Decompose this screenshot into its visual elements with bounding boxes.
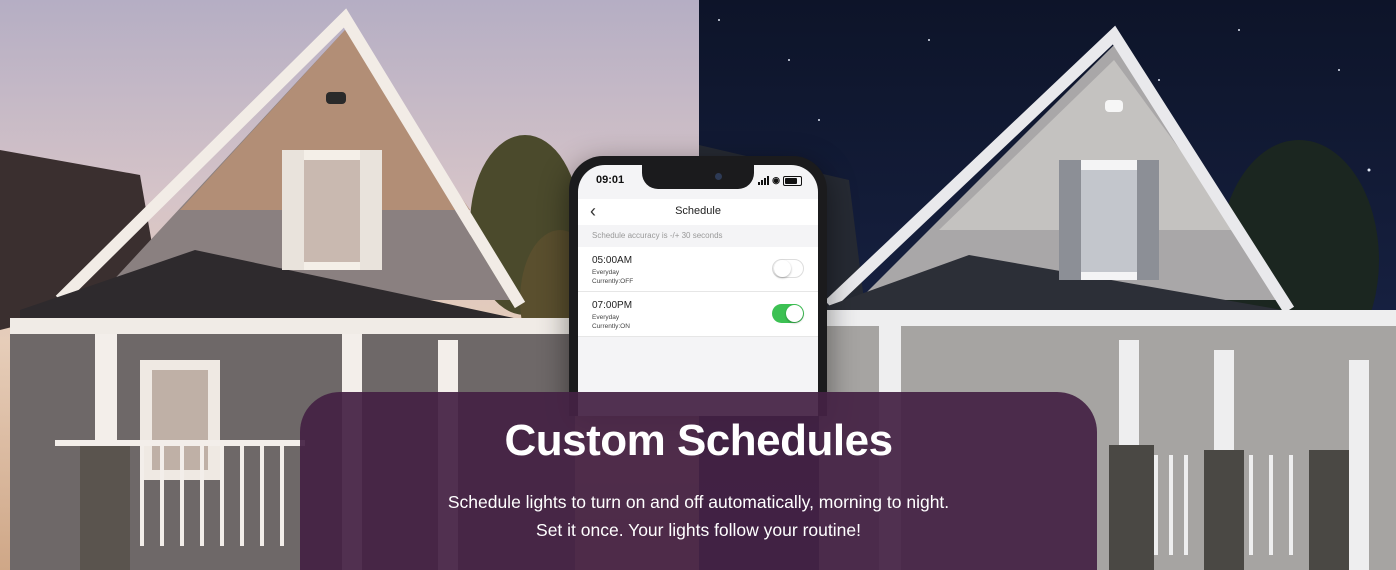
schedule-current-state: Currently:OFF — [592, 278, 634, 285]
feature-banner: Custom Schedules Schedule lights to turn… — [300, 392, 1097, 570]
screen-title: Schedule — [675, 205, 721, 217]
schedule-row[interactable]: 05:00AM Everyday Currently:OFF — [578, 247, 818, 292]
banner-description: Schedule lights to turn on and off autom… — [300, 488, 1097, 544]
banner-line-1: Schedule lights to turn on and off autom… — [447, 492, 950, 512]
schedule-row[interactable]: 07:00PM Everyday Currently:ON — [578, 292, 818, 337]
cellular-signal-icon — [758, 176, 770, 185]
accuracy-note: Schedule accuracy is -/+ 30 seconds — [592, 231, 723, 240]
phone-mockup: 09:01 ◉ ‹ Schedule Schedule accuracy is … — [569, 156, 827, 416]
banner-line-2: Set it once. Your lights follow your rou… — [536, 520, 861, 540]
schedule-time: 05:00AM — [592, 255, 633, 266]
phone-screen: 09:01 ◉ ‹ Schedule Schedule accuracy is … — [578, 165, 818, 416]
battery-icon — [783, 175, 802, 186]
schedule-toggle[interactable] — [772, 304, 804, 323]
banner-title: Custom Schedules — [504, 416, 893, 465]
nav-bar: ‹ Schedule — [578, 199, 818, 225]
schedule-repeat: Everyday — [592, 269, 620, 276]
wifi-icon: ◉ — [772, 175, 780, 185]
schedule-toggle[interactable] — [772, 259, 804, 278]
status-time: 09:01 — [596, 174, 625, 186]
schedule-repeat: Everyday — [592, 314, 620, 321]
schedule-time: 07:00PM — [592, 300, 633, 311]
schedule-current-state: Currently:ON — [592, 323, 630, 330]
phone-notch — [642, 165, 754, 189]
